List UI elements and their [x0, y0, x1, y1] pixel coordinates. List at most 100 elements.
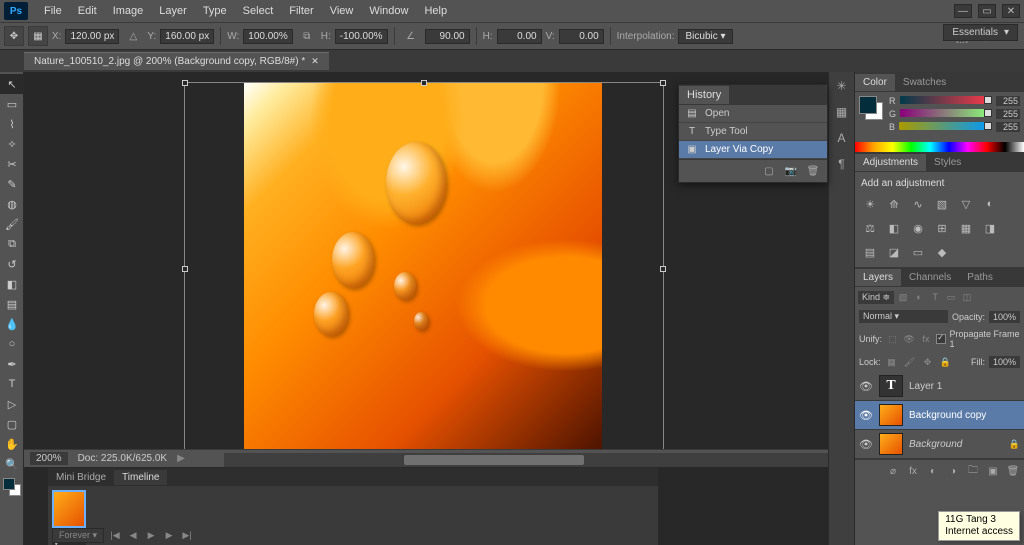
- tab-paths[interactable]: Paths: [959, 269, 1001, 286]
- unify-style-icon[interactable]: fx: [919, 332, 932, 346]
- filter-pixel-icon[interactable]: ▧: [896, 290, 910, 304]
- close-button[interactable]: ✕: [1002, 4, 1020, 18]
- adjustment-icon[interactable]: ◑: [945, 463, 961, 479]
- history-item[interactable]: ▣Layer Via Copy: [679, 141, 827, 159]
- tab-channels[interactable]: Channels: [901, 269, 959, 286]
- next-frame-icon[interactable]: ▶: [162, 529, 176, 543]
- w-field[interactable]: 100.00%: [243, 29, 292, 44]
- propagate-checkbox[interactable]: [936, 334, 945, 344]
- lock-all-icon[interactable]: 🔒: [939, 355, 953, 369]
- levels-icon[interactable]: ⟰: [885, 195, 903, 213]
- mask-icon[interactable]: ◐: [925, 463, 941, 479]
- workspace-switcher[interactable]: Essentials ▾: [943, 24, 1018, 41]
- tab-swatches[interactable]: Swatches: [895, 74, 954, 91]
- layer-row[interactable]: 👁 Background 🔒: [855, 430, 1024, 459]
- posterize-icon[interactable]: ▤: [861, 243, 879, 261]
- x-field[interactable]: 120.00 px: [65, 29, 119, 44]
- tab-timeline[interactable]: Timeline: [114, 470, 167, 485]
- lock-pos-icon[interactable]: ✥: [921, 355, 935, 369]
- bw-icon[interactable]: ◧: [885, 219, 903, 237]
- history-panel[interactable]: History ▤Open TType Tool ▣Layer Via Copy…: [678, 84, 828, 183]
- marquee-tool[interactable]: ▭: [0, 94, 24, 114]
- scroll-thumb[interactable]: [404, 455, 584, 465]
- menu-window[interactable]: Window: [361, 2, 416, 20]
- timeline-frame-thumb[interactable]: [52, 490, 86, 528]
- invert-icon[interactable]: ◨: [981, 219, 999, 237]
- move-tool[interactable]: ↖: [0, 74, 24, 94]
- b-value[interactable]: 255: [996, 122, 1020, 132]
- unify-position-icon[interactable]: ⬚: [886, 332, 899, 346]
- menu-select[interactable]: Select: [235, 2, 282, 20]
- brightness-icon[interactable]: ☀: [861, 195, 879, 213]
- interp-select[interactable]: Bicubic ▾: [678, 29, 732, 44]
- eyedropper-tool[interactable]: ✎: [0, 174, 24, 194]
- clone-source-icon[interactable]: ▦: [832, 102, 852, 122]
- link-wh-icon[interactable]: ⧉: [297, 31, 317, 42]
- filter-smart-icon[interactable]: ◫: [960, 290, 974, 304]
- tab-mini-bridge[interactable]: Mini Bridge: [48, 470, 114, 485]
- visibility-icon[interactable]: 👁: [859, 380, 873, 393]
- first-frame-icon[interactable]: |◀: [108, 529, 122, 543]
- path-select-tool[interactable]: ▷: [0, 394, 24, 414]
- character-icon[interactable]: A: [832, 128, 852, 148]
- transform-handle[interactable]: [660, 80, 666, 86]
- close-tab-icon[interactable]: ✕: [311, 56, 319, 67]
- document-tab[interactable]: Nature_100510_2.jpg @ 200% (Background c…: [24, 52, 329, 70]
- history-item[interactable]: TType Tool: [679, 123, 827, 141]
- visibility-icon[interactable]: 👁: [859, 409, 873, 422]
- exposure-icon[interactable]: ▧: [933, 195, 951, 213]
- create-doc-icon[interactable]: ▢: [761, 163, 777, 179]
- angle-field[interactable]: 90.00: [425, 29, 470, 44]
- minimize-button[interactable]: —: [954, 4, 972, 18]
- lasso-tool[interactable]: ⌇: [0, 114, 24, 134]
- history-brush-tool[interactable]: ↺: [0, 254, 24, 274]
- r-slider[interactable]: [900, 96, 993, 106]
- layer-row[interactable]: 👁 Background copy: [855, 401, 1024, 430]
- fill-field[interactable]: 100%: [989, 356, 1020, 368]
- tab-history[interactable]: History: [679, 86, 729, 104]
- selective-color-icon[interactable]: ◆: [933, 243, 951, 261]
- menu-filter[interactable]: Filter: [281, 2, 321, 20]
- menu-image[interactable]: Image: [105, 2, 152, 20]
- play-icon[interactable]: ▶: [144, 529, 158, 543]
- lookup-icon[interactable]: ▦: [957, 219, 975, 237]
- fx-icon[interactable]: fx: [905, 463, 921, 479]
- layer-row[interactable]: 👁 T Layer 1: [855, 372, 1024, 401]
- skew-v-field[interactable]: 0.00: [559, 29, 604, 44]
- brush-tool[interactable]: 🖌: [0, 214, 24, 234]
- hand-tool[interactable]: ✋: [0, 434, 24, 454]
- tab-layers[interactable]: Layers: [855, 269, 901, 286]
- gradient-map-icon[interactable]: ▭: [909, 243, 927, 261]
- unify-visibility-icon[interactable]: 👁: [903, 332, 916, 346]
- blend-mode-select[interactable]: Normal ▾: [859, 310, 948, 323]
- foreground-background-colors[interactable]: [3, 478, 21, 496]
- lock-trans-icon[interactable]: ▦: [885, 355, 899, 369]
- brush-preset-icon[interactable]: ✳: [832, 76, 852, 96]
- type-tool[interactable]: T: [0, 374, 24, 394]
- history-item[interactable]: ▤Open: [679, 105, 827, 123]
- healing-tool[interactable]: ◍: [0, 194, 24, 214]
- magic-wand-tool[interactable]: ✧: [0, 134, 24, 154]
- paragraph-icon[interactable]: ¶: [832, 154, 852, 174]
- layer-name[interactable]: Layer 1: [909, 381, 942, 392]
- transform-tool-icon[interactable]: ✥: [4, 26, 24, 46]
- color-chip[interactable]: [859, 96, 883, 120]
- menu-file[interactable]: File: [36, 2, 70, 20]
- prev-frame-icon[interactable]: ◀: [126, 529, 140, 543]
- snapshot-icon[interactable]: 📷: [783, 163, 799, 179]
- tab-adjustments[interactable]: Adjustments: [855, 154, 926, 171]
- new-layer-icon[interactable]: ▣: [985, 463, 1001, 479]
- layer-filter-kind[interactable]: Kind ≑: [858, 291, 894, 304]
- menu-type[interactable]: Type: [195, 2, 235, 20]
- zoom-tool[interactable]: 🔍: [0, 454, 24, 474]
- transform-handle[interactable]: [182, 80, 188, 86]
- h-field[interactable]: -100.00%: [335, 29, 388, 44]
- zoom-field[interactable]: 200%: [30, 452, 68, 465]
- visibility-icon[interactable]: 👁: [859, 438, 873, 451]
- balance-icon[interactable]: ⚖: [861, 219, 879, 237]
- reference-point-icon[interactable]: ▦: [28, 26, 48, 46]
- filter-type-icon[interactable]: T: [928, 290, 942, 304]
- loop-select[interactable]: Forever ▾: [52, 528, 104, 543]
- r-value[interactable]: 255: [996, 96, 1020, 106]
- blur-tool[interactable]: 💧: [0, 314, 24, 334]
